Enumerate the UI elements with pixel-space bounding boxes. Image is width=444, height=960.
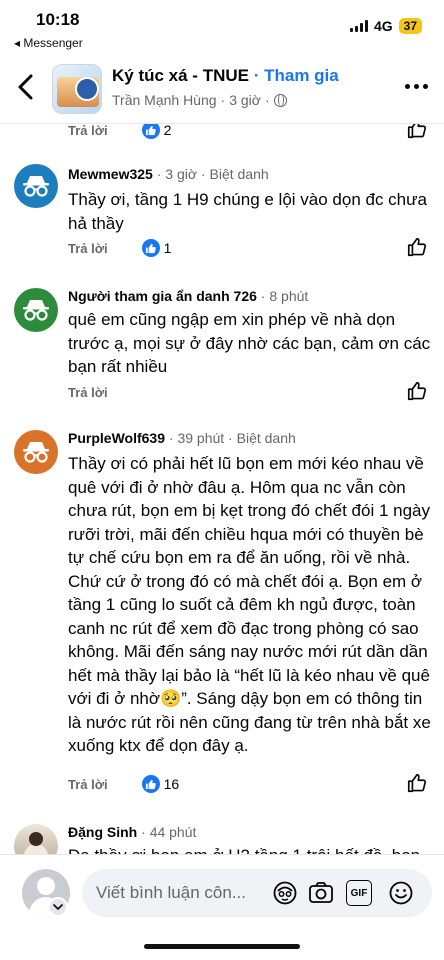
incognito-icon[interactable] [14, 288, 58, 332]
reply-button[interactable]: Trả lời [68, 124, 108, 138]
reply-button[interactable]: Trả lời [68, 241, 108, 256]
comment-actions: Trả lời 2 [68, 124, 428, 142]
status-bar: 10:18 ◂ Messenger 4G 37 [0, 0, 444, 54]
incognito-icon[interactable] [14, 430, 58, 474]
commenter-name[interactable]: Mewmew325 [68, 166, 153, 182]
comment-text: Thầy ơi có phải hết lũ bọn em mới kéo nh… [68, 454, 431, 755]
reply-button[interactable]: Trả lời [68, 385, 108, 400]
signal-icon [349, 20, 368, 32]
comment-author-line: Mewmew325 · 3 giờ · Biệt danh [68, 166, 269, 182]
status-time: 10:18 [36, 10, 80, 29]
like-icon[interactable] [406, 236, 428, 258]
home-indicator [144, 944, 300, 949]
comment-text: Thầy ơi, tầng 1 H9 chúng e lội vào dọn đ… [68, 190, 427, 233]
camera-icon[interactable] [308, 880, 334, 906]
join-button[interactable]: Tham gia [264, 66, 339, 85]
post-header: Ký túc xá - TNUE · Tham gia Trần Mạnh Hù… [0, 54, 444, 124]
comment-input[interactable]: Viết bình luận côn... GIF [82, 869, 432, 917]
reply-button[interactable]: Trả lời [68, 777, 108, 792]
emoji-icon[interactable] [388, 880, 414, 906]
status-indicators: 4G 37 [349, 18, 422, 34]
like-badge-icon [141, 239, 160, 257]
commenter-avatar[interactable] [14, 824, 58, 854]
network-type: 4G [373, 18, 393, 34]
comment-text: quê em cũng ngập em xin phép về nhà dọn … [68, 310, 431, 376]
like-icon[interactable] [406, 124, 428, 140]
nickname-badge: Biệt danh [209, 166, 269, 182]
comment-actions: Trả lời 1 [68, 236, 428, 260]
comment-text: Dạ thầy ơi bọn em ở H2 tầng 1 trôi hết đ… [68, 844, 432, 854]
like-icon[interactable] [406, 772, 428, 794]
post-meta: Trần Mạnh Hùng · 3 giờ · [112, 92, 287, 108]
group-name[interactable]: Ký túc xá - TNUE [112, 66, 249, 85]
avatar-sticker-icon[interactable] [272, 880, 298, 906]
like-badge-icon [141, 124, 160, 139]
comment-actions: Trả lời 16 [68, 772, 428, 796]
globe-icon [273, 93, 287, 107]
like-icon[interactable] [406, 380, 428, 402]
like-badge-icon [141, 775, 160, 793]
like-count: 1 [141, 239, 171, 257]
comment-input-placeholder: Viết bình luận côn... [96, 883, 246, 902]
incognito-icon[interactable] [14, 164, 58, 208]
commenter-name[interactable]: PurpleWolf639 [68, 430, 165, 446]
chevron-down-icon[interactable] [48, 897, 68, 917]
comments-list: Trả lời 2 Mewmew325 · 3 giờ · Biệt danh … [0, 124, 444, 854]
post-time: 3 giờ [229, 92, 261, 108]
nickname-badge: Biệt danh [236, 430, 296, 446]
back-to-messenger-link[interactable]: ◂ Messenger [14, 36, 83, 50]
like-count: 16 [141, 775, 179, 793]
group-title: Ký túc xá - TNUE · Tham gia [112, 66, 339, 85]
comment-author-line: Người tham gia ẩn danh 726 · 8 phút [68, 288, 309, 304]
battery-icon: 37 [398, 18, 422, 34]
comment-author-line: PurpleWolf639 · 39 phút · Biệt danh [68, 430, 296, 446]
author-name[interactable]: Trần Mạnh Hùng [112, 92, 217, 108]
commenter-name[interactable]: Đặng Sinh [68, 824, 137, 840]
comment-actions: Trả lời [68, 380, 428, 404]
group-avatar[interactable] [52, 64, 102, 114]
gif-icon[interactable]: GIF [346, 880, 372, 906]
like-count: 2 [141, 124, 171, 139]
comment-author-line: Đặng Sinh · 44 phút [68, 824, 197, 840]
commenter-name[interactable]: Người tham gia ẩn danh 726 [68, 288, 257, 304]
comment-composer: Viết bình luận côn... GIF [0, 854, 444, 934]
back-arrow-icon[interactable] [14, 72, 38, 102]
more-options-icon[interactable] [405, 84, 428, 89]
